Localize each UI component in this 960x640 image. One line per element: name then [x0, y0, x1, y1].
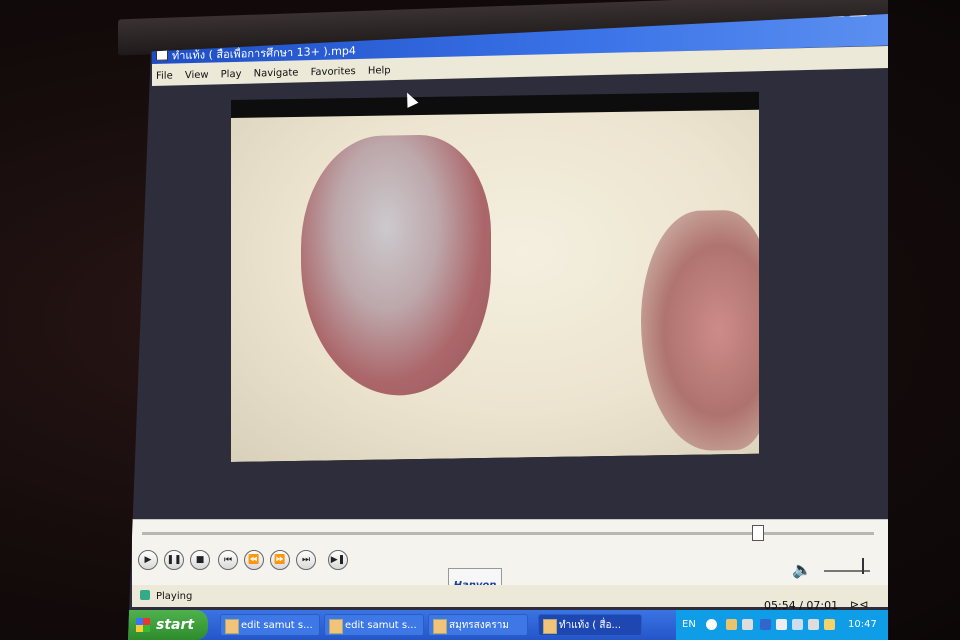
- menu-play[interactable]: Play: [217, 63, 245, 81]
- keyboard-icon[interactable]: [726, 619, 737, 630]
- taskbar-item-label: ทำแท้ง ( สื่อ...: [559, 620, 622, 631]
- bluetooth-icon[interactable]: [760, 619, 771, 630]
- back-arrow-icon[interactable]: [706, 619, 717, 630]
- start-label: start: [156, 617, 195, 633]
- projected-desktop: ทำแท้ง ( สื่อเพื่อการศึกษา 13+ ).mp4 Fil…: [128, 14, 888, 640]
- system-tray: EN 10:47: [676, 610, 888, 640]
- folder-icon: [433, 619, 447, 634]
- step-button[interactable]: ▶❚: [328, 550, 348, 570]
- volume-thumb[interactable]: [862, 558, 864, 574]
- playback-status: Playing: [156, 591, 193, 602]
- video-subject: [301, 133, 491, 397]
- help-icon[interactable]: [792, 619, 803, 630]
- network-icon[interactable]: [742, 619, 753, 630]
- security-icon[interactable]: [824, 619, 835, 630]
- menu-navigate[interactable]: Navigate: [250, 61, 302, 79]
- taskbar-item-edit-samut-1[interactable]: edit samut s...: [220, 614, 320, 636]
- seek-thumb[interactable]: [751, 525, 764, 541]
- taskbar-item-edit-samut-2[interactable]: edit samut s...: [324, 614, 424, 636]
- language-indicator[interactable]: EN: [682, 619, 696, 630]
- taskbar-item-label: สมุทรสงคราม: [449, 620, 509, 631]
- powerpoint-icon: [225, 619, 239, 634]
- pause-button[interactable]: ❚❚: [164, 550, 184, 570]
- taskbar-item-media-player[interactable]: ทำแท้ง ( สื่อ...: [538, 614, 642, 636]
- user-icon[interactable]: [808, 619, 819, 630]
- powerpoint-icon: [329, 619, 343, 634]
- previous-button[interactable]: ⏮: [218, 550, 238, 570]
- next-button[interactable]: ⏭: [296, 550, 316, 570]
- taskbar: start edit samut s... edit samut s... สม…: [128, 610, 888, 640]
- video-area[interactable]: [231, 91, 759, 463]
- menu-file[interactable]: File: [152, 64, 176, 82]
- start-button[interactable]: start: [128, 610, 208, 640]
- menu-favorites[interactable]: Favorites: [307, 60, 359, 78]
- media-player-icon: [543, 619, 557, 634]
- volume-icon[interactable]: 🔈: [792, 560, 812, 579]
- menu-help[interactable]: Help: [364, 59, 394, 77]
- seek-bar[interactable]: [142, 532, 874, 535]
- rewind-button[interactable]: ⏪: [244, 550, 264, 570]
- video-subject-secondary: [641, 209, 759, 452]
- playback-controls: ▶ ❚❚ ■ ⏮ ⏪ ⏩ ⏭ ▶❚ 🔈: [132, 519, 888, 586]
- clock: 10:47: [848, 619, 877, 630]
- menu-view[interactable]: View: [181, 64, 212, 82]
- play-button[interactable]: ▶: [138, 550, 158, 570]
- taskbar-item-label: edit samut s...: [345, 620, 417, 631]
- taskbar-item-label: edit samut s...: [241, 620, 313, 631]
- fast-forward-button[interactable]: ⏩: [270, 550, 290, 570]
- taskbar-item-folder[interactable]: สมุทรสงคราม: [428, 614, 528, 636]
- video-frame: [231, 109, 759, 463]
- windows-logo-icon: [136, 618, 150, 632]
- stop-button[interactable]: ■: [190, 550, 210, 570]
- printer-icon[interactable]: [776, 619, 787, 630]
- playing-status-icon: [140, 590, 150, 600]
